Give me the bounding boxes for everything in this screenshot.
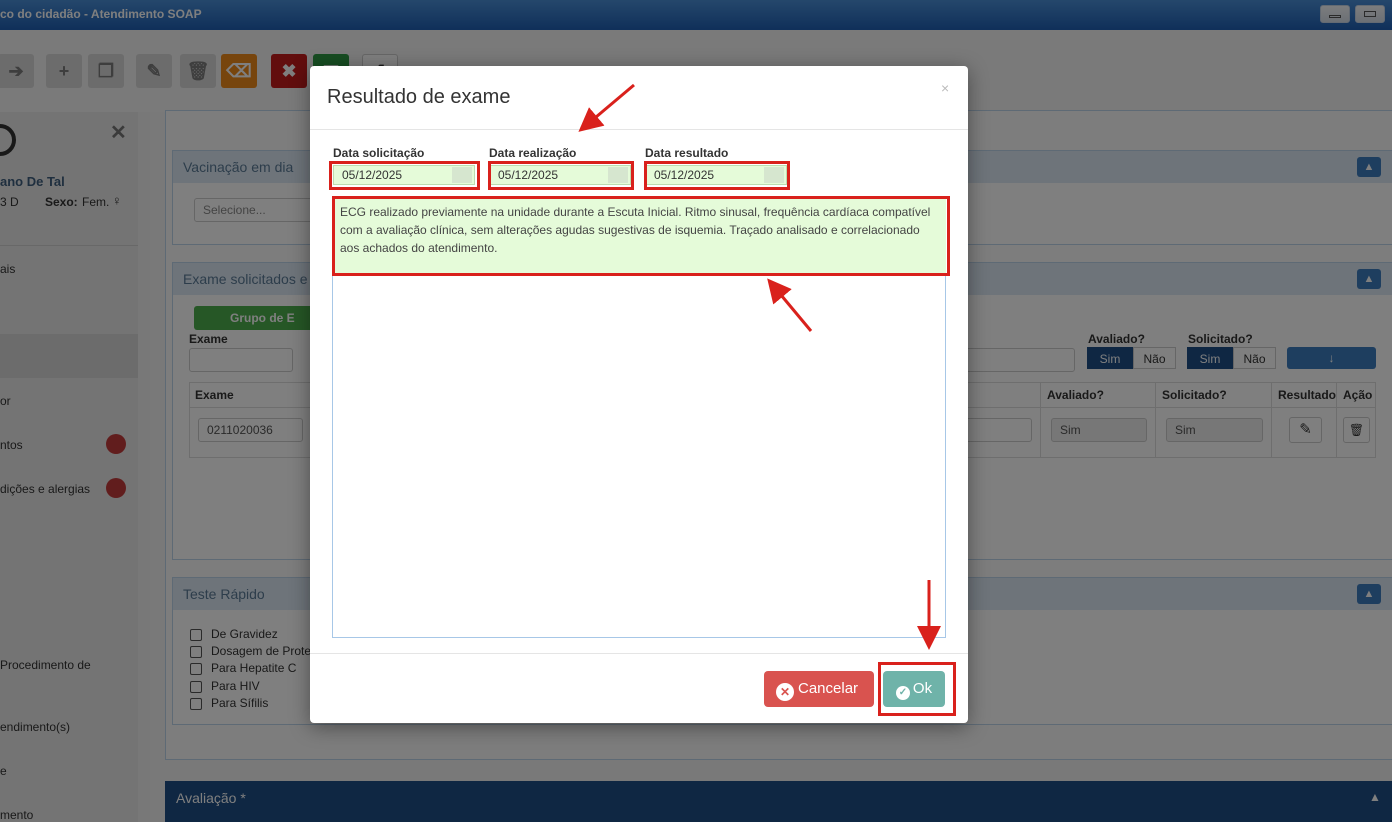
arrow-date <box>578 83 635 132</box>
annotation-arrows <box>578 83 941 650</box>
arrow-text <box>767 278 813 332</box>
